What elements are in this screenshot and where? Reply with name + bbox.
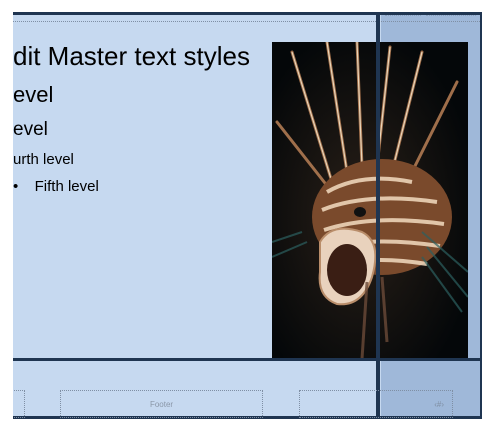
horizontal-guide-line[interactable] <box>13 358 482 361</box>
title-placeholder-border <box>13 21 482 22</box>
slide-number-placeholder[interactable]: ‹#› <box>299 390 453 418</box>
slide-master-canvas[interactable]: dit Master text styles evel evel urth le… <box>13 12 482 419</box>
footer-label: Footer <box>149 400 174 409</box>
vertical-guide-line[interactable] <box>376 12 380 419</box>
top-edge-line <box>13 12 482 15</box>
band-dots <box>385 15 421 16</box>
text-level-4[interactable]: urth level <box>13 151 74 168</box>
right-edge-line <box>480 12 482 419</box>
text-level-2[interactable]: evel <box>13 119 48 141</box>
text-level-5-label: Fifth level <box>34 178 99 195</box>
master-title[interactable]: dit Master text styles <box>13 41 250 72</box>
footer-placeholder[interactable]: Footer <box>60 390 263 418</box>
slide-number-label: ‹#› <box>434 400 444 409</box>
band-dots <box>426 15 476 16</box>
date-placeholder[interactable] <box>13 390 25 418</box>
bullet: • <box>13 178 19 195</box>
text-level-1[interactable]: evel <box>13 82 53 108</box>
lionfish-image <box>272 42 468 359</box>
lionfish-photo[interactable] <box>272 42 468 359</box>
text-level-5[interactable]: • Fifth level <box>13 178 99 195</box>
